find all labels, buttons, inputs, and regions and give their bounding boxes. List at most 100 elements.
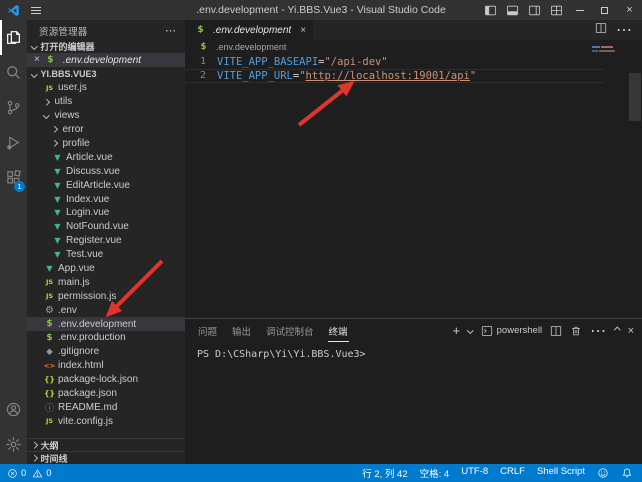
tree-file-NotFound.vue[interactable]: ▼NotFound.vue bbox=[27, 220, 185, 234]
status-item[interactable]: CRLF bbox=[500, 466, 525, 480]
tree-file-Register.vue[interactable]: ▼Register.vue bbox=[27, 234, 185, 248]
panel-tab-输出[interactable]: 输出 bbox=[231, 319, 252, 342]
tree-file-Login.vue[interactable]: ▼Login.vue bbox=[27, 206, 185, 220]
tree-file-.env[interactable]: ⚙.env bbox=[27, 303, 185, 317]
maximize-button[interactable] bbox=[592, 0, 617, 20]
explorer-sidebar: 资源管理器 ⋯ 打开的编辑器 ×$.env.development YI.BBS… bbox=[27, 20, 185, 464]
tree-file-package-lock.json[interactable]: {}package-lock.json bbox=[27, 373, 185, 387]
file-tree: JSuser.jsutilsviewserrorprofile▼Article.… bbox=[27, 81, 185, 428]
activity-item-run-debug[interactable] bbox=[0, 125, 27, 160]
tree-file-App.vue[interactable]: ▼App.vue bbox=[27, 262, 185, 276]
tab-env-development[interactable]: $ .env.development × bbox=[185, 20, 313, 40]
tree-file-permission.js[interactable]: JSpermission.js bbox=[27, 289, 185, 303]
terminal-output[interactable]: PS D:\CSharp\Yi\Yi.BBS.Vue3> bbox=[185, 342, 642, 464]
shell-label: powershell bbox=[497, 325, 542, 336]
tree-item-label: App.vue bbox=[58, 263, 95, 274]
warning-count[interactable]: 0 bbox=[46, 468, 51, 479]
activity-item-extensions[interactable]: 1 bbox=[0, 160, 27, 195]
chevron-down-icon[interactable] bbox=[468, 328, 473, 333]
panel-tab-终端[interactable]: 终端 bbox=[328, 319, 349, 342]
activity-item-account[interactable] bbox=[0, 392, 27, 427]
shell-selector[interactable]: powershell bbox=[481, 325, 542, 337]
timeline-section[interactable]: 时间线 bbox=[27, 451, 185, 464]
menu-icon[interactable] bbox=[31, 7, 41, 14]
tree-file-Article.vue[interactable]: ▼Article.vue bbox=[27, 150, 185, 164]
toggle-panel-icon[interactable] bbox=[501, 0, 523, 20]
tree-file-Discuss.vue[interactable]: ▼Discuss.vue bbox=[27, 164, 185, 178]
activity-item-source-control[interactable] bbox=[0, 90, 27, 125]
activity-item-explorer[interactable] bbox=[0, 20, 27, 55]
tree-folder-error[interactable]: error bbox=[27, 123, 185, 137]
tree-item-label: permission.js bbox=[58, 291, 116, 302]
more-actions-icon[interactable]: ⋯ bbox=[165, 24, 177, 37]
status-bar: 0 0 行 2, 列 42 空格: 4 UTF-8 CRLF Shell Script bbox=[0, 464, 642, 482]
tree-item-label: error bbox=[63, 124, 84, 135]
status-item[interactable]: UTF-8 bbox=[461, 466, 488, 480]
status-item[interactable]: 空格: 4 bbox=[420, 466, 450, 480]
toggle-sidebar-icon[interactable] bbox=[479, 0, 501, 20]
tree-folder-utils[interactable]: utils bbox=[27, 95, 185, 109]
maximize-panel-icon[interactable] bbox=[615, 328, 620, 333]
split-terminal-icon[interactable] bbox=[550, 325, 562, 337]
status-item[interactable]: 行 2, 列 42 bbox=[362, 466, 407, 480]
tree-folder-views[interactable]: views bbox=[27, 109, 185, 123]
status-item[interactable]: Shell Script bbox=[537, 466, 585, 480]
editor-scrollbar[interactable] bbox=[628, 40, 642, 318]
close-editor-icon[interactable]: × bbox=[34, 55, 40, 65]
open-editors-section[interactable]: 打开的编辑器 bbox=[27, 39, 185, 53]
tree-item-label: Article.vue bbox=[66, 152, 113, 163]
panel-tab-问题[interactable]: 问题 bbox=[197, 319, 218, 342]
tab-bar: $ .env.development × ⋯ bbox=[185, 20, 642, 40]
breadcrumb[interactable]: $ .env.development bbox=[185, 40, 642, 53]
url-link[interactable]: http://localhost:19001/api bbox=[306, 69, 470, 83]
tree-item-label: .env.production bbox=[58, 332, 126, 343]
feedback-icon[interactable] bbox=[597, 467, 609, 479]
errors-icon[interactable] bbox=[7, 468, 18, 479]
activity-item-search[interactable] bbox=[0, 55, 27, 90]
tree-file-EditArticle.vue[interactable]: ▼EditArticle.vue bbox=[27, 178, 185, 192]
more-actions-icon[interactable]: ⋯ bbox=[616, 20, 633, 40]
vue-file-icon: ▼ bbox=[51, 236, 64, 245]
toggle-secondary-sidebar-icon[interactable] bbox=[523, 0, 545, 20]
breadcrumb-item: .env.development bbox=[216, 42, 286, 52]
close-tab-icon[interactable]: × bbox=[300, 25, 306, 36]
warnings-icon[interactable] bbox=[32, 468, 43, 479]
outline-section[interactable]: 大纲 bbox=[27, 438, 185, 451]
tree-folder-profile[interactable]: profile bbox=[27, 137, 185, 151]
tree-file-package.json[interactable]: {}package.json bbox=[27, 387, 185, 401]
tree-file-.gitignore[interactable]: ◆.gitignore bbox=[27, 345, 185, 359]
open-editor-item[interactable]: ×$.env.development bbox=[27, 53, 185, 67]
tree-file-user.js[interactable]: JSuser.js bbox=[27, 81, 185, 95]
terminal-prompt: PS D:\CSharp\Yi\Yi.BBS.Vue3> bbox=[197, 349, 366, 360]
chevron-down-icon bbox=[31, 43, 37, 49]
new-terminal-icon[interactable]: + bbox=[453, 326, 461, 336]
project-root-section[interactable]: YI.BBS.VUE3 bbox=[27, 67, 185, 81]
chevron-right-icon bbox=[31, 455, 37, 461]
panel-tab-调试控制台[interactable]: 调试控制台 bbox=[265, 319, 315, 342]
activity-item-settings[interactable] bbox=[0, 427, 27, 462]
tree-file-README.md[interactable]: ⓘREADME.md bbox=[27, 400, 185, 414]
tree-file-.env.development[interactable]: $.env.development bbox=[27, 317, 185, 331]
tree-file-main.js[interactable]: JSmain.js bbox=[27, 275, 185, 289]
close-window-button[interactable]: × bbox=[617, 0, 642, 20]
minimize-button[interactable] bbox=[567, 0, 592, 20]
close-panel-icon[interactable]: × bbox=[628, 325, 634, 337]
chevron-down-icon bbox=[43, 113, 49, 119]
notifications-bell-icon[interactable] bbox=[621, 467, 633, 479]
error-count[interactable]: 0 bbox=[21, 468, 26, 479]
more-actions-icon[interactable]: ⋯ bbox=[590, 321, 607, 341]
customize-layout-icon[interactable] bbox=[545, 0, 567, 20]
kill-terminal-icon[interactable] bbox=[570, 325, 582, 337]
tree-file-index.html[interactable]: <>index.html bbox=[27, 359, 185, 373]
tree-item-label: Index.vue bbox=[66, 194, 109, 205]
tree-file-Test.vue[interactable]: ▼Test.vue bbox=[27, 248, 185, 262]
tree-file-Index.vue[interactable]: ▼Index.vue bbox=[27, 192, 185, 206]
tree-file-vite.config.js[interactable]: JSvite.config.js bbox=[27, 414, 185, 428]
split-editor-icon[interactable] bbox=[595, 21, 607, 39]
extensions-badge: 1 bbox=[14, 181, 25, 192]
code-editor[interactable]: 1VITE_APP_BASEAPI="/api-dev" 2VITE_APP_U… bbox=[185, 53, 642, 318]
tree-file-.env.production[interactable]: $.env.production bbox=[27, 331, 185, 345]
js-file-icon: JS bbox=[43, 84, 56, 92]
minimap[interactable] bbox=[588, 40, 628, 318]
md-file-icon: ⓘ bbox=[43, 401, 56, 414]
